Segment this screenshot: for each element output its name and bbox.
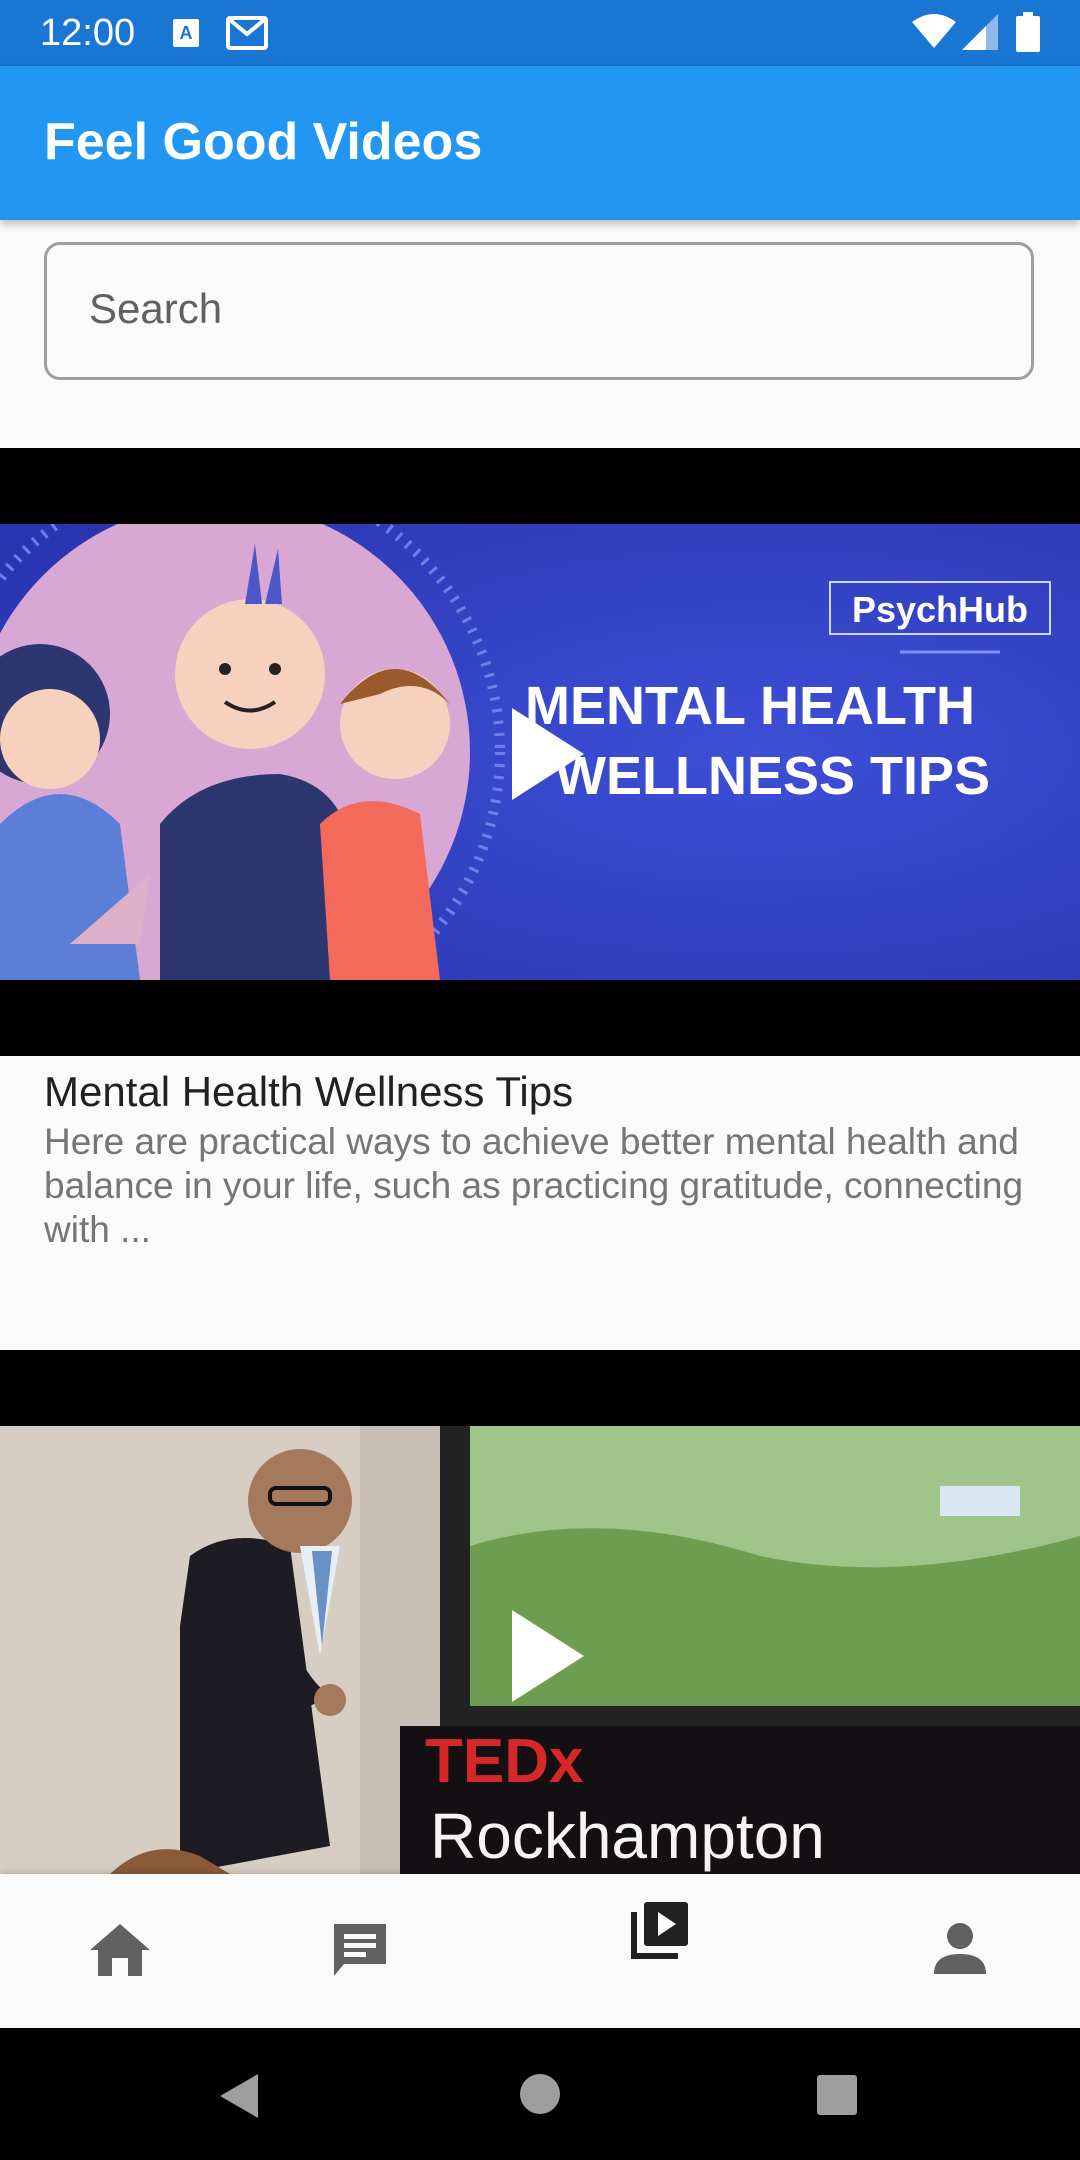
home-circle-icon[interactable] bbox=[518, 2072, 562, 2121]
search-input[interactable]: Search bbox=[44, 242, 1034, 380]
thumbnail-brand: PsychHub bbox=[852, 589, 1028, 630]
status-time: 12:00 bbox=[40, 12, 136, 54]
bottom-navigation bbox=[0, 1874, 1080, 2028]
video-title[interactable]: Mental Health Wellness Tips bbox=[44, 1068, 573, 1116]
svg-text:A: A bbox=[180, 23, 193, 43]
video-library-icon[interactable] bbox=[630, 1900, 690, 1965]
chat-icon[interactable] bbox=[330, 1920, 390, 1985]
play-icon[interactable] bbox=[510, 1608, 586, 1709]
video-description: Here are practical ways to achieve bette… bbox=[44, 1121, 1024, 1250]
status-bar: 12:00 A bbox=[0, 0, 1080, 66]
thumbnail-line2: WELLNESS TIPS bbox=[555, 746, 990, 806]
home-icon[interactable] bbox=[88, 1922, 152, 1983]
keyboard-a-icon: A bbox=[172, 18, 200, 53]
gmail-icon bbox=[226, 16, 268, 55]
thumbnail-line1: Rockhampton bbox=[430, 1800, 825, 1872]
back-icon[interactable] bbox=[218, 2072, 260, 2125]
recents-icon[interactable] bbox=[816, 2074, 858, 2121]
video-player[interactable]: PsychHub MENTAL HEALTH WELLNESS TIPS bbox=[0, 448, 1080, 1056]
person-icon[interactable] bbox=[934, 1922, 986, 1979]
system-navigation-bar bbox=[0, 2028, 1080, 2160]
play-icon[interactable] bbox=[510, 706, 586, 807]
signal-icon bbox=[962, 14, 998, 55]
wifi-icon bbox=[912, 14, 956, 55]
app-bar: Feel Good Videos bbox=[0, 66, 1080, 220]
search-placeholder: Search bbox=[89, 285, 223, 332]
battery-icon bbox=[1016, 12, 1040, 57]
video-player[interactable]: TEDx Rockhampton bbox=[0, 1350, 1080, 1874]
app-title: Feel Good Videos bbox=[44, 113, 483, 171]
thumbnail-brand: TEDx bbox=[425, 1727, 584, 1796]
thumbnail-line1: MENTAL HEALTH bbox=[525, 676, 975, 736]
